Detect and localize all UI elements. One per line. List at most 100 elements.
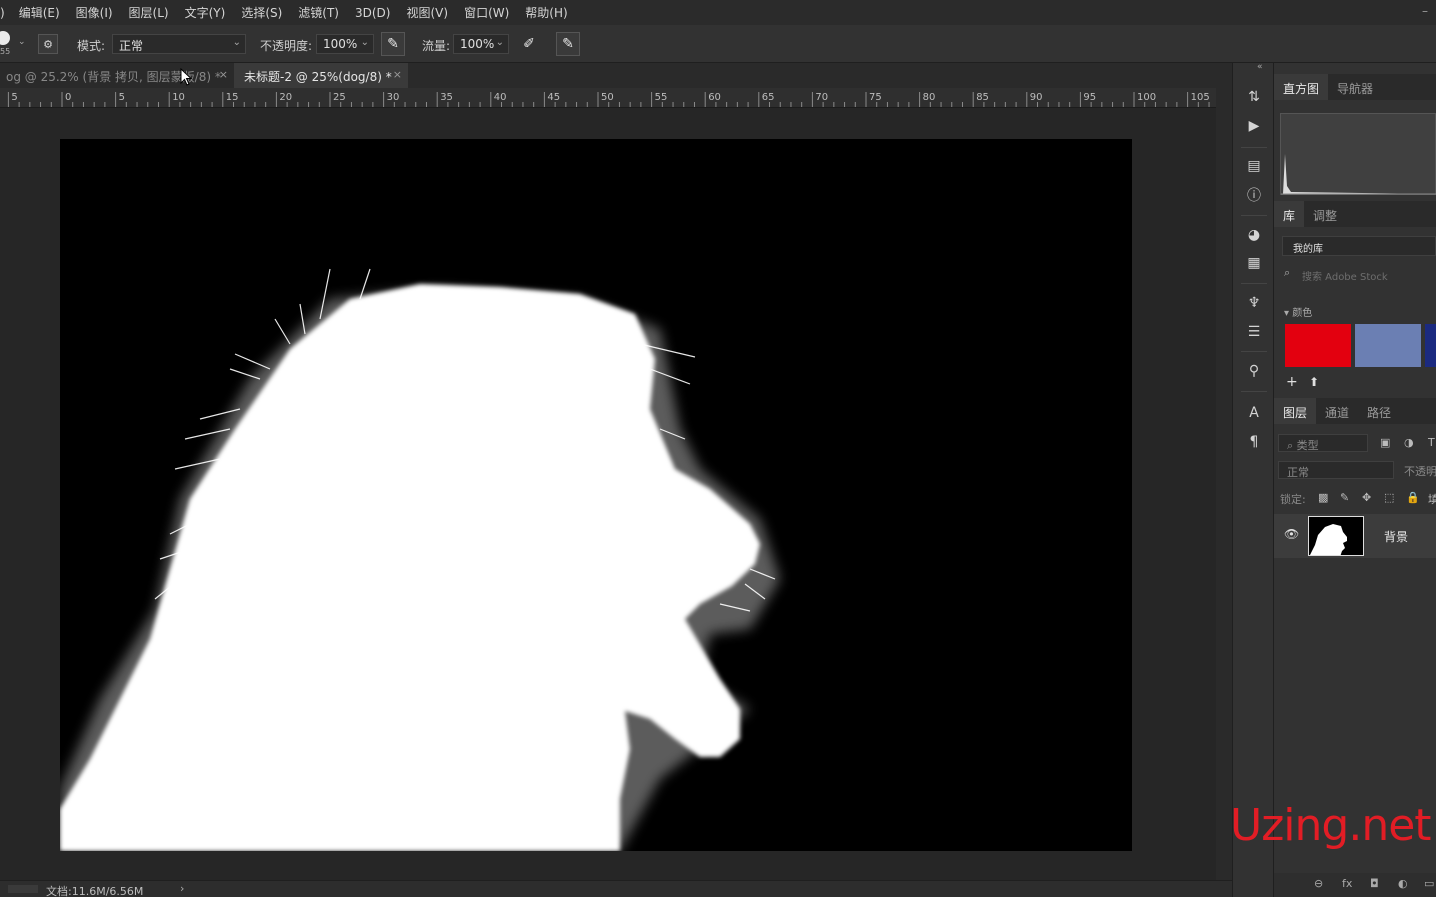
layer-name: 背景	[1384, 530, 1409, 544]
divider	[1241, 351, 1267, 352]
visibility-eye-icon[interactable]: 👁	[1284, 527, 1299, 541]
layer-opacity-label: 不透明	[1404, 465, 1436, 478]
color-swatch-blue[interactable]	[1355, 324, 1421, 367]
stock-search-input[interactable]: ⌕ 搜索 Adobe Stock	[1282, 265, 1436, 285]
menu-item-help[interactable]: 帮助(H)	[517, 4, 575, 21]
upload-icon[interactable]: ⬆	[1309, 375, 1319, 389]
menu-item-view[interactable]: 视图(V)	[398, 4, 456, 21]
color-palette-icon[interactable]: ◕	[1244, 225, 1264, 245]
new-group-icon[interactable]: ▭	[1424, 877, 1434, 890]
status-bar: 文档:11.6M/6.56M ›	[0, 880, 1232, 897]
tab-document-1[interactable]: og @ 25.2% (背景 拷贝, 图层蒙版/8) * ×	[0, 63, 234, 88]
brush-preview-icon[interactable]	[0, 31, 10, 45]
brushes-icon[interactable]: ♆	[1244, 293, 1264, 313]
lock-position-icon[interactable]: ✥	[1362, 491, 1371, 504]
adjustment-filter-icon[interactable]: ◑	[1404, 436, 1414, 449]
horizontal-ruler: 5 0 5 10 15 20 25 30 35 40 45 50 55 60 65 70 75 80 85 90 95 1…	[0, 88, 1216, 108]
minimize-button[interactable]: –	[1422, 4, 1428, 18]
airbrush-icon[interactable]: ✐	[517, 32, 541, 56]
link-layers-icon[interactable]: ⊖	[1314, 877, 1323, 890]
menu-item-select[interactable]: 选择(S)	[233, 4, 290, 21]
layer-style-fx-icon[interactable]: fx	[1342, 877, 1352, 890]
ruler-label: 5	[118, 92, 125, 103]
mode-dropdown[interactable]: 正常 ⌄	[112, 34, 246, 54]
clone-source-icon[interactable]: ⚲	[1244, 361, 1264, 381]
swatches-grid-icon[interactable]: ▦	[1244, 253, 1264, 273]
tab-channels[interactable]: 通道	[1316, 398, 1358, 424]
status-menu-arrow-icon[interactable]: ›	[180, 882, 184, 895]
menu-item-window[interactable]: 窗口(W)	[456, 4, 517, 21]
library-name: 我的库	[1293, 244, 1323, 255]
tab-label: 未标题-2 @ 25%(dog/8) *	[244, 70, 392, 84]
zoom-field[interactable]	[8, 885, 38, 893]
lock-artboard-icon[interactable]: ⬚	[1384, 491, 1394, 504]
properties-icon[interactable]: ▤	[1244, 156, 1264, 176]
flow-field[interactable]: 100% ⌄	[453, 34, 509, 54]
document-canvas[interactable]	[60, 139, 1132, 851]
layer-filter-dropdown[interactable]: ⌕ 类型	[1278, 434, 1368, 452]
tab-navigator[interactable]: 导航器	[1328, 74, 1382, 100]
brush-settings-icon[interactable]: ⚙	[38, 34, 58, 54]
menu-item-type[interactable]: 文字(Y)	[177, 4, 234, 21]
image-filter-icon[interactable]: ▣	[1380, 436, 1390, 449]
tab-adjustments[interactable]: 调整	[1304, 201, 1346, 227]
close-icon[interactable]: ×	[393, 68, 402, 81]
actions-play-icon[interactable]: ▶	[1244, 116, 1264, 136]
lock-all-icon[interactable]: 🔒	[1406, 491, 1420, 504]
document-size-info: 文档:11.6M/6.56M	[46, 885, 144, 897]
add-mask-icon[interactable]: ◘	[1370, 877, 1379, 890]
pressure-opacity-icon[interactable]: ✎	[381, 32, 405, 56]
divider	[1241, 215, 1267, 216]
ruler-label: 0	[65, 92, 72, 103]
library-selector[interactable]: 我的库	[1282, 236, 1436, 256]
layers-footer-toolbar: ⊖ fx ◘ ◐ ▭	[1274, 873, 1436, 897]
menu-item-layer[interactable]: 图层(L)	[121, 4, 177, 21]
pressure-size-icon[interactable]: ✎	[556, 32, 580, 56]
colors-section-header[interactable]: ▾ 颜色	[1284, 304, 1312, 319]
tab-layers[interactable]: 图层	[1274, 398, 1317, 424]
ruler-label: 35	[440, 92, 453, 103]
lock-paint-icon[interactable]: ✎	[1340, 491, 1349, 504]
tab-libraries[interactable]: 库	[1274, 201, 1305, 227]
layer-row-background[interactable]: 👁 背景	[1274, 514, 1436, 558]
lock-label: 锁定:	[1280, 493, 1306, 506]
ruler-label: 15	[225, 92, 239, 103]
ruler-label: 30	[386, 92, 400, 103]
ruler-label: 100	[1137, 92, 1157, 103]
canvas-workspace[interactable]	[0, 108, 1216, 880]
chevron-down-icon: ⌄	[232, 37, 241, 48]
color-swatch-navy[interactable]	[1425, 324, 1436, 367]
color-swatch-red[interactable]	[1285, 324, 1351, 367]
type-filter-icon[interactable]: T	[1428, 436, 1435, 449]
opacity-field[interactable]: 100% ⌄	[316, 34, 374, 54]
ruler-label: 50	[601, 92, 614, 103]
ruler-label: 40	[493, 92, 507, 103]
tab-document-2[interactable]: 未标题-2 @ 25%(dog/8) * ×	[234, 63, 408, 88]
ruler-label: 10	[172, 92, 185, 103]
menu-item-image[interactable]: 图像(I)	[68, 4, 121, 21]
info-icon[interactable]: ⓘ	[1244, 185, 1264, 205]
blend-mode-dropdown[interactable]: 正常	[1278, 461, 1394, 479]
brush-picker-chevron-icon[interactable]: ⌄	[18, 37, 26, 47]
paragraph-icon[interactable]: ¶	[1244, 432, 1264, 452]
menu-item-edit[interactable]: 编辑(E)	[11, 4, 68, 21]
menu-item-filter[interactable]: 滤镜(T)	[290, 4, 347, 21]
menu-item-3d[interactable]: 3D(D)	[347, 6, 398, 20]
mode-label: 模式:	[77, 39, 106, 53]
tab-histogram[interactable]: 直方图	[1274, 74, 1329, 100]
divider	[1241, 147, 1267, 148]
lock-transparent-icon[interactable]: ▩	[1318, 491, 1328, 504]
layer-thumbnail-image	[1310, 524, 1347, 555]
adjustment-layer-icon[interactable]: ◐	[1398, 877, 1408, 890]
tab-paths[interactable]: 路径	[1358, 398, 1400, 424]
history-icon[interactable]: ⇅	[1244, 87, 1264, 107]
character-icon[interactable]: A	[1244, 403, 1264, 423]
vertical-scrollbar[interactable]	[1216, 88, 1232, 880]
collapse-panels-icon[interactable]: «	[1257, 62, 1263, 72]
brush-settings-sliders-icon[interactable]: ☰	[1244, 322, 1264, 342]
opacity-value: 100%	[323, 37, 358, 51]
ruler-label: 55	[654, 92, 668, 103]
close-icon[interactable]: ×	[219, 68, 228, 81]
add-content-icon[interactable]: +	[1286, 374, 1298, 390]
menu-item-partial[interactable]: )	[0, 6, 11, 20]
